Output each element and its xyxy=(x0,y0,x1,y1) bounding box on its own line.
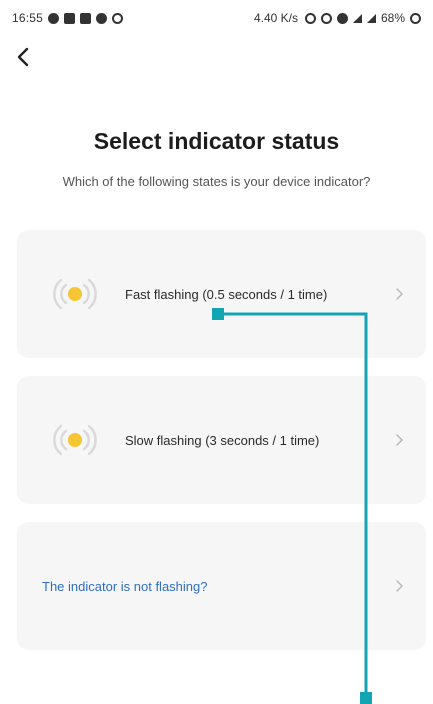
status-time: 16:55 xyxy=(12,11,44,25)
vibrate-icon xyxy=(320,12,332,24)
status-bar: 16:55 4.40 K/s 68% xyxy=(0,0,433,36)
chevron-right-icon xyxy=(396,580,403,592)
page-subtitle: Which of the following states is your de… xyxy=(62,174,371,189)
signal-icon xyxy=(366,13,376,23)
notification-icon xyxy=(48,12,60,24)
message-icon xyxy=(96,12,108,24)
signal-icon xyxy=(352,13,362,23)
flashing-indicator-icon xyxy=(53,424,97,456)
status-bar-right: 4.40 K/s 68% xyxy=(254,11,421,25)
status-bar-left: 16:55 xyxy=(12,11,124,25)
app-notification-icon xyxy=(64,12,76,24)
flashing-indicator-icon xyxy=(53,278,97,310)
option-fast-flashing[interactable]: Fast flashing (0.5 seconds / 1 time) xyxy=(17,230,426,358)
annotation-end-marker xyxy=(360,692,372,704)
sync-icon xyxy=(112,12,124,24)
option-slow-flashing[interactable]: Slow flashing (3 seconds / 1 time) xyxy=(17,376,426,504)
chevron-right-icon xyxy=(396,434,403,446)
option-label: Fast flashing (0.5 seconds / 1 time) xyxy=(125,286,328,302)
page-title: Select indicator status xyxy=(93,128,340,154)
option-label: Slow flashing (3 seconds / 1 time) xyxy=(125,432,320,448)
app-notification-icon xyxy=(80,12,92,24)
alarm-icon xyxy=(304,12,316,24)
not-flashing-link[interactable]: The indicator is not flashing? xyxy=(42,579,342,594)
network-speed: 4.40 K/s xyxy=(253,11,298,25)
back-button[interactable] xyxy=(10,44,36,70)
battery-icon xyxy=(410,12,421,24)
wifi-icon xyxy=(336,12,348,24)
option-not-flashing[interactable]: The indicator is not flashing? xyxy=(17,522,426,650)
chevron-right-icon xyxy=(396,288,403,300)
battery-level: 68% xyxy=(380,11,405,25)
chevron-left-icon xyxy=(17,47,29,67)
